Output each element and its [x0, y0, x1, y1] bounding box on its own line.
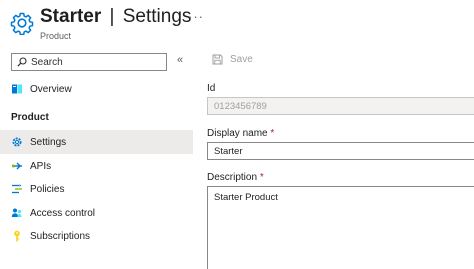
- collapse-sidebar-button[interactable]: «: [177, 54, 183, 66]
- main-content: Save Id 0123456789 Display name * Starte…: [200, 50, 474, 269]
- title-page: Settings: [122, 6, 192, 27]
- display-name-label-text: Display name: [207, 128, 268, 139]
- required-marker: *: [270, 128, 275, 139]
- description-field[interactable]: Starter Product: [207, 186, 474, 269]
- search-icon: [17, 57, 27, 67]
- page-subtitle: Product: [40, 31, 72, 41]
- overview-icon: [12, 84, 22, 94]
- sidebar-item-overview[interactable]: Overview: [0, 77, 193, 101]
- sidebar-item-label: Policies: [30, 183, 65, 195]
- save-label: Save: [230, 54, 253, 65]
- search-input[interactable]: [31, 56, 151, 68]
- sidebar-item-label: Access control: [30, 207, 96, 219]
- id-label: Id: [207, 83, 216, 94]
- display-name-label: Display name *: [207, 128, 274, 139]
- sidebar-section-product: Product: [11, 112, 49, 123]
- sidebar-item-label: Settings: [30, 136, 67, 148]
- sidebar-item-label: Subscriptions: [30, 230, 91, 242]
- key-icon: [14, 230, 20, 242]
- sidebar-item-settings[interactable]: Settings: [0, 130, 193, 154]
- description-label-text: Description: [207, 172, 258, 183]
- more-options-button[interactable]: ···: [188, 9, 204, 24]
- page-header: Starter | Settings ··· Product: [0, 0, 474, 48]
- gear-icon: [12, 137, 22, 147]
- sidebar-item-label: APIs: [30, 160, 52, 172]
- sidebar-item-policies[interactable]: Policies: [0, 177, 193, 201]
- sidebar-item-label: Overview: [30, 83, 72, 95]
- sidebar-item-access-control[interactable]: Access control: [0, 201, 193, 225]
- sidebar-item-subscriptions[interactable]: Subscriptions: [0, 224, 193, 248]
- id-field: 0123456789: [207, 97, 474, 115]
- title-resource: Starter: [40, 6, 102, 27]
- api-icon: [12, 162, 22, 170]
- sidebar-item-apis[interactable]: APIs: [0, 154, 193, 178]
- save-button[interactable]: Save: [212, 54, 253, 65]
- required-marker: *: [259, 172, 264, 183]
- page-title: Starter | Settings: [40, 6, 191, 28]
- save-icon: [212, 54, 223, 65]
- access-control-icon: [11, 208, 22, 217]
- policies-icon: [12, 184, 22, 194]
- display-name-field[interactable]: Starter: [207, 142, 474, 160]
- description-label: Description *: [207, 172, 264, 183]
- gear-icon: [10, 12, 34, 35]
- title-separator: |: [109, 6, 115, 27]
- search-box[interactable]: [11, 53, 167, 71]
- sidebar: « Overview Product Settings APIs: [0, 50, 193, 269]
